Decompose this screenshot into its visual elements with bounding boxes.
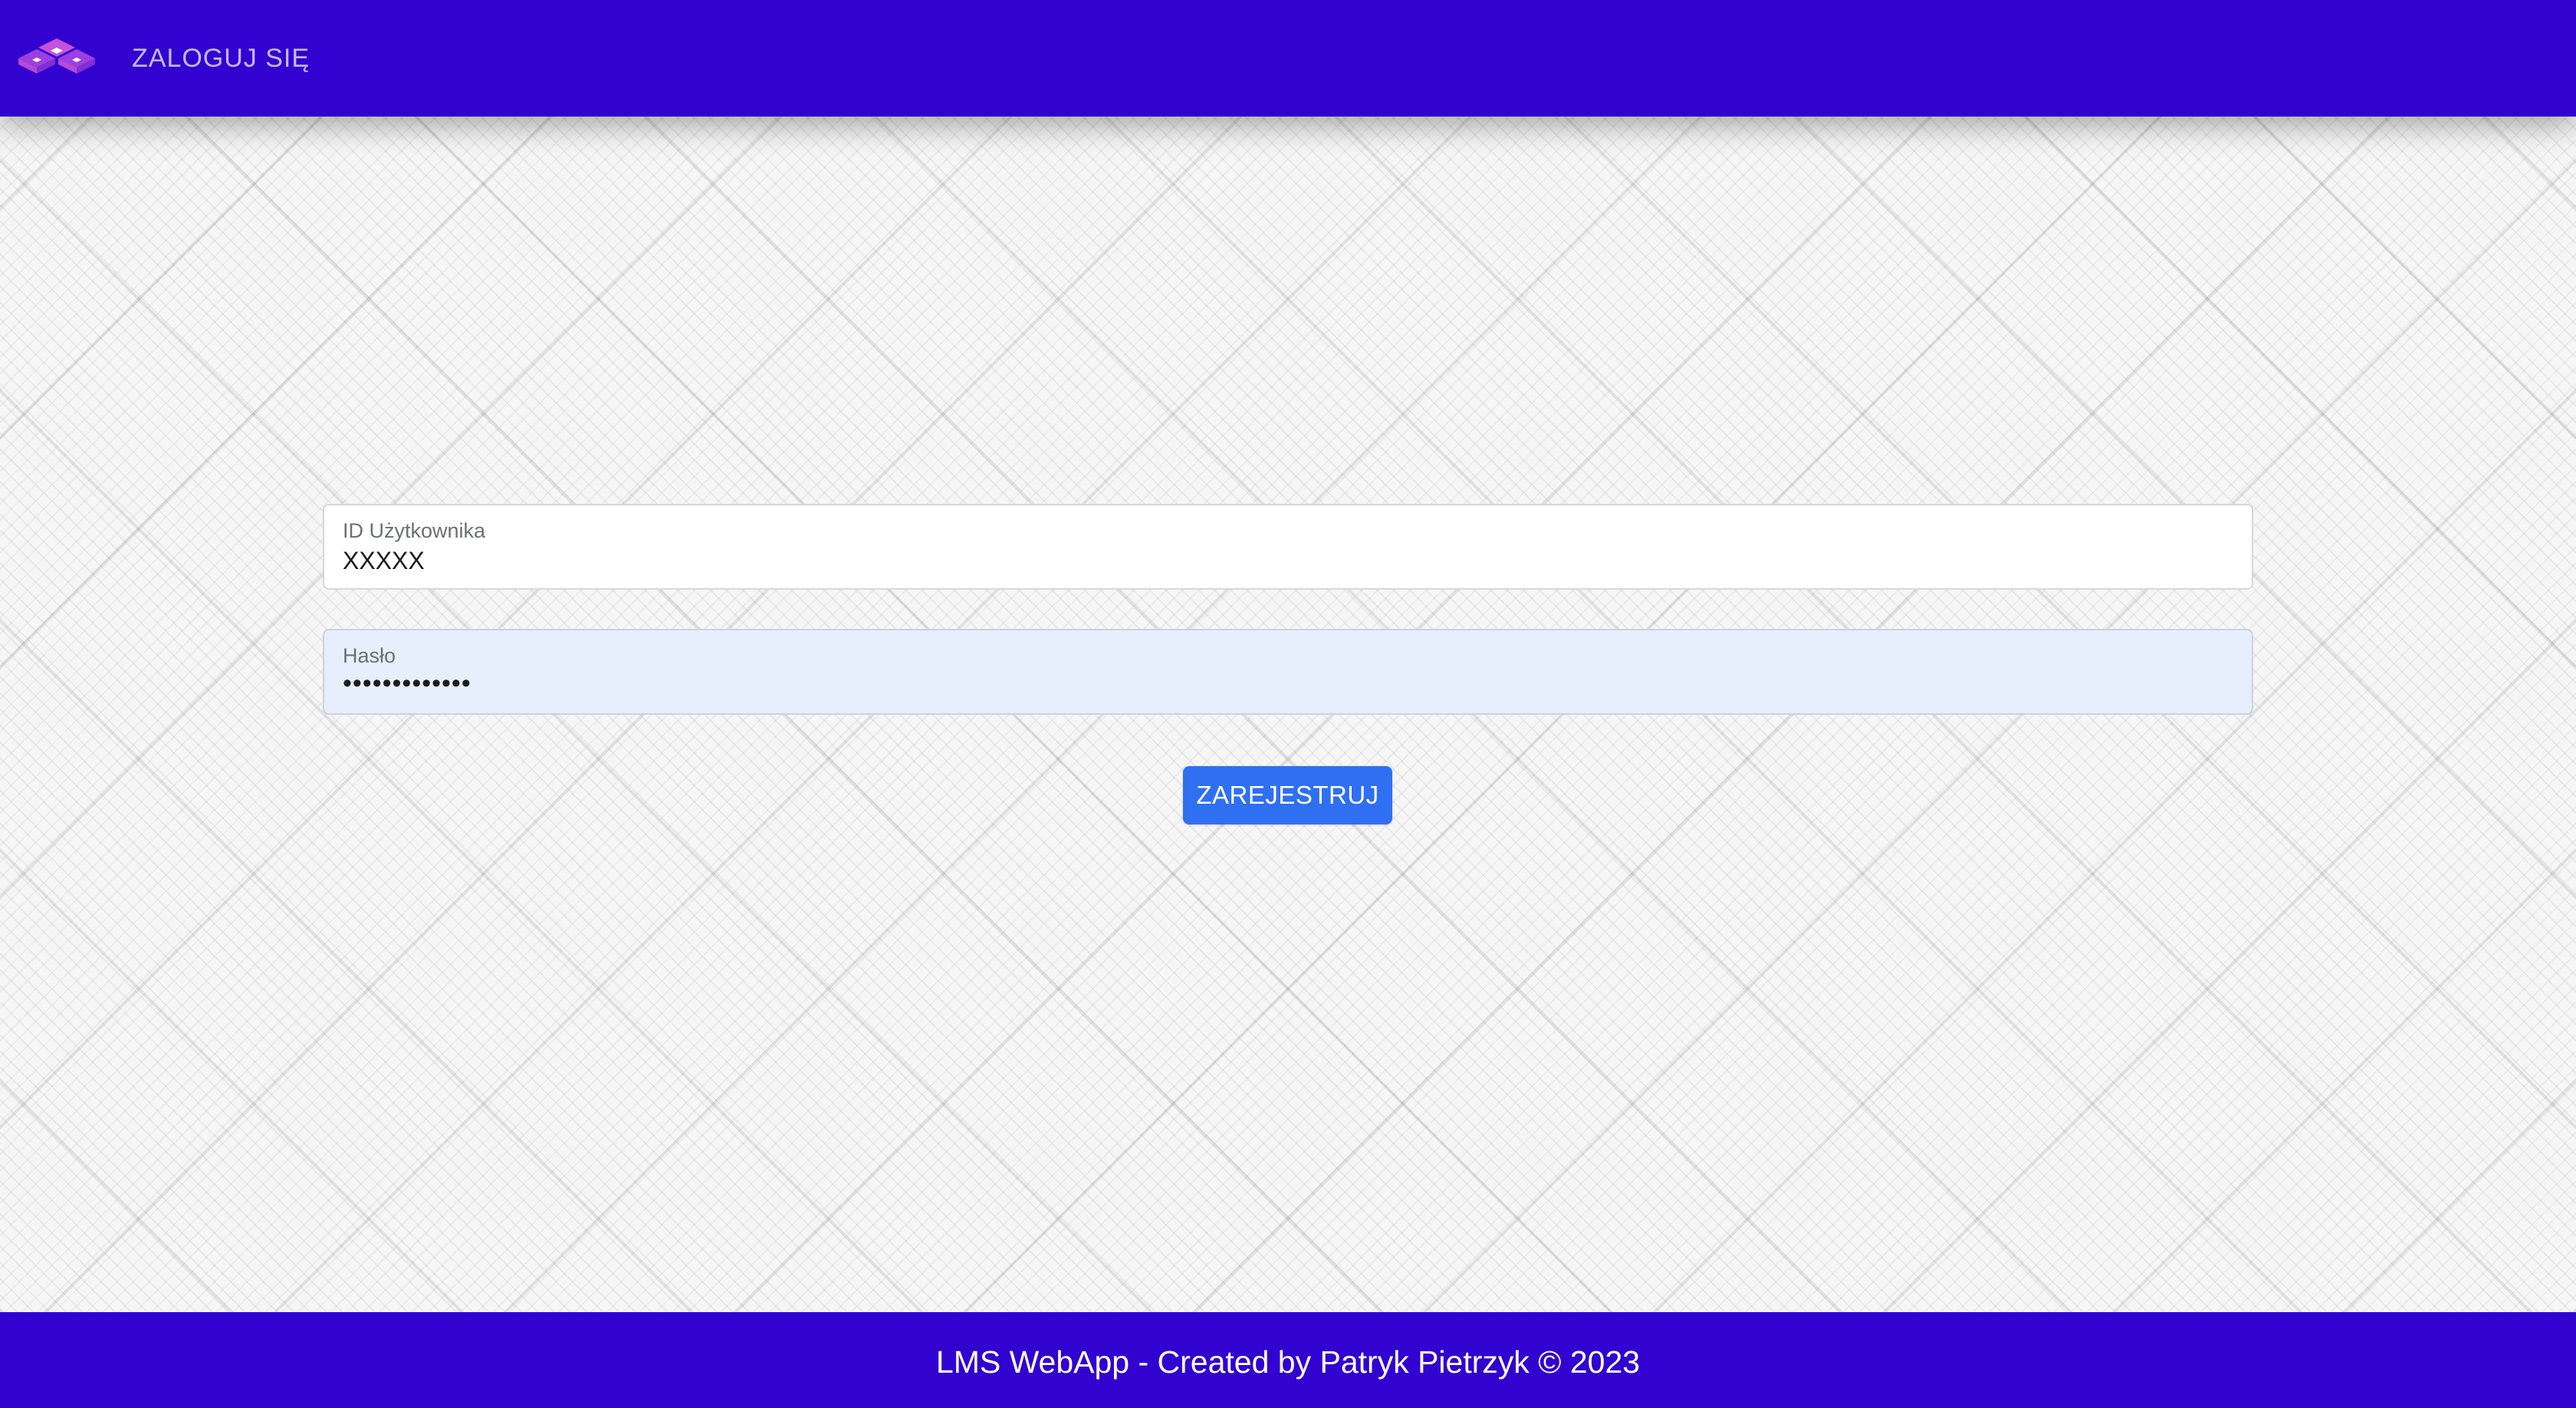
user-id-input[interactable]: XXXXX: [343, 547, 425, 575]
register-button[interactable]: ZAREJESTRUJ: [1183, 766, 1392, 824]
footer-copyright: LMS WebApp - Created by Patryk Pietrzyk …: [935, 1344, 1641, 1380]
footer: LMS WebApp - Created by Patryk Pietrzyk …: [0, 1312, 2576, 1408]
isometric-cubes-logo-icon[interactable]: [17, 37, 97, 80]
user-id-label: ID Użytkownika: [343, 519, 486, 542]
user-id-field[interactable]: ID Użytkownika XXXXX: [323, 504, 2253, 590]
top-navbar: ZALOGUJ SIĘ: [0, 0, 2576, 117]
password-label: Hasło: [343, 644, 396, 667]
password-field[interactable]: Hasło •••••••••••••: [323, 629, 2253, 715]
login-nav-link[interactable]: ZALOGUJ SIĘ: [132, 44, 310, 74]
password-input[interactable]: •••••••••••••: [343, 669, 472, 699]
